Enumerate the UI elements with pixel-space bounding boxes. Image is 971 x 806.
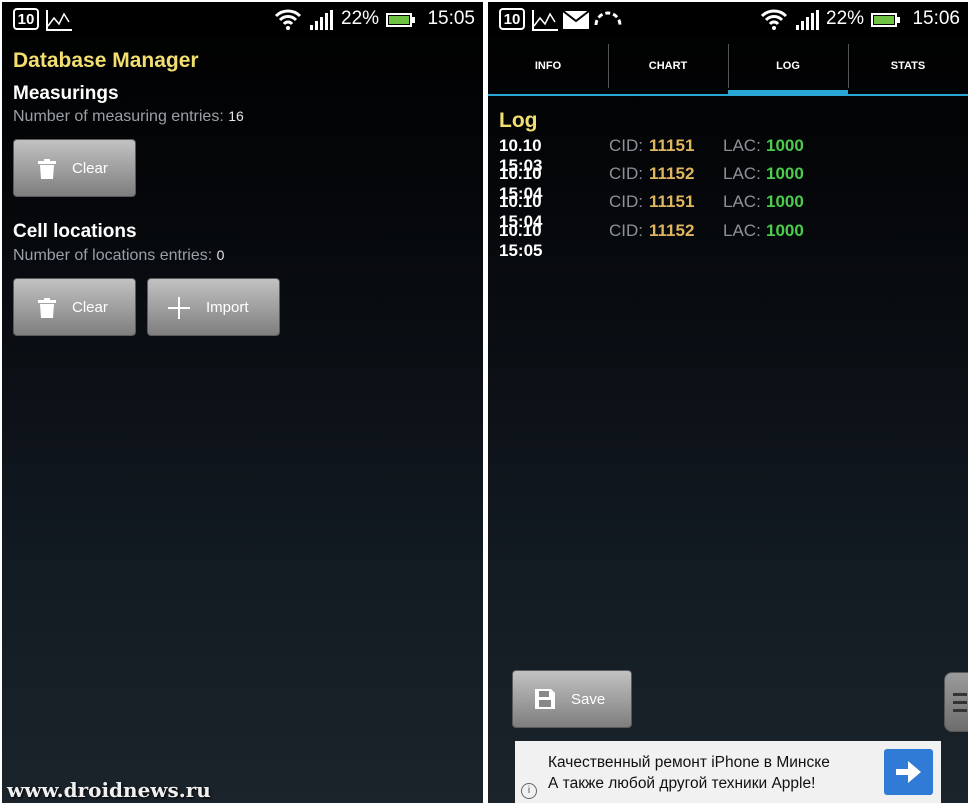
lac-value: 1000 xyxy=(766,136,804,155)
locations-count-label: Number of locations entries: xyxy=(13,247,213,264)
lac-value: 1000 xyxy=(766,221,804,240)
import-button[interactable]: Import xyxy=(147,278,280,336)
database-manager-screen: 10 22% 15:05 Database Manager Measurings… xyxy=(2,2,483,803)
cid-label: CID: xyxy=(609,221,643,240)
mail-icon xyxy=(563,11,589,29)
calendar-icon: 10 xyxy=(499,8,525,30)
cid-value: 11151 xyxy=(649,136,695,155)
signal-icon xyxy=(310,10,334,30)
lac-label: LAC: xyxy=(723,192,761,211)
cid-value: 11151 xyxy=(649,192,695,211)
status-bar: 10 22% 15:05 xyxy=(2,2,483,36)
log-timestamp: 10.10 15:05 xyxy=(499,221,543,260)
arrow-right-icon xyxy=(896,761,921,783)
ad-info-icon[interactable]: i xyxy=(521,783,537,799)
lac-value: 1000 xyxy=(766,164,804,183)
tab-stats[interactable]: STATS xyxy=(848,44,968,96)
lac-value: 1000 xyxy=(766,192,804,211)
battery-icon xyxy=(871,13,900,27)
clear-measurings-button[interactable]: Clear xyxy=(13,139,136,197)
cid-label: CID: xyxy=(609,164,643,183)
measuring-count-value: 16 xyxy=(228,108,244,124)
tab-log[interactable]: LOG xyxy=(728,44,848,96)
lac-label: LAC: xyxy=(723,164,761,183)
clock: 15:06 xyxy=(912,8,960,29)
ad-line-2: А также любой другой техники Apple! xyxy=(548,775,816,792)
save-icon xyxy=(535,689,555,709)
watermark: www.droidnews.ru xyxy=(7,778,211,802)
cid-label: CID: xyxy=(609,192,643,211)
locations-count-text: Number of locations entries: 0 xyxy=(13,247,224,265)
graph-icon xyxy=(532,10,558,31)
trash-icon xyxy=(38,298,56,318)
ad-banner[interactable]: Качественный ремонт iPhone в Минске А та… xyxy=(515,741,941,803)
log-screen: 10 22% 15:06 INFO CHART LOG STATS Log 10… xyxy=(488,2,968,803)
clear-locations-label: Clear xyxy=(72,299,108,316)
page-title: Database Manager xyxy=(13,49,199,72)
log-title: Log xyxy=(499,109,538,132)
drawer-handle[interactable] xyxy=(944,672,968,732)
cell-locations-heading: Cell locations xyxy=(13,221,137,242)
wifi-icon xyxy=(274,9,302,30)
tab-bar: INFO CHART LOG STATS xyxy=(488,44,968,96)
lac-label: LAC: xyxy=(723,221,761,240)
plus-icon xyxy=(168,297,190,319)
tab-chart[interactable]: CHART xyxy=(608,44,728,96)
calendar-icon: 10 xyxy=(13,8,39,30)
cid-value: 11152 xyxy=(649,164,695,183)
clock: 15:05 xyxy=(427,8,475,29)
ad-go-button[interactable] xyxy=(884,749,933,795)
trash-icon xyxy=(38,159,56,179)
battery-percent: 22% xyxy=(341,8,380,29)
graph-icon xyxy=(46,10,72,31)
save-button[interactable]: Save xyxy=(512,670,632,728)
locations-count-value: 0 xyxy=(216,247,225,263)
battery-icon xyxy=(386,13,415,27)
status-bar: 10 22% 15:06 xyxy=(488,2,968,36)
sync-icon xyxy=(594,11,622,26)
lac-label: LAC: xyxy=(723,136,761,155)
clear-measurings-label: Clear xyxy=(72,160,108,177)
battery-percent: 22% xyxy=(826,8,865,29)
signal-icon xyxy=(796,10,820,30)
measuring-count-label: Number of measuring entries: xyxy=(13,108,224,125)
ad-line-1: Качественный ремонт iPhone в Минске xyxy=(548,754,830,771)
cid-value: 11152 xyxy=(649,221,695,240)
clear-locations-button[interactable]: Clear xyxy=(13,278,136,336)
import-label: Import xyxy=(206,299,249,316)
measurings-heading: Measurings xyxy=(13,83,119,104)
cid-label: CID: xyxy=(609,136,643,155)
save-label: Save xyxy=(571,691,606,708)
tab-info[interactable]: INFO xyxy=(488,44,608,96)
wifi-icon xyxy=(760,9,788,30)
measuring-count-text: Number of measuring entries: 16 xyxy=(13,108,244,126)
